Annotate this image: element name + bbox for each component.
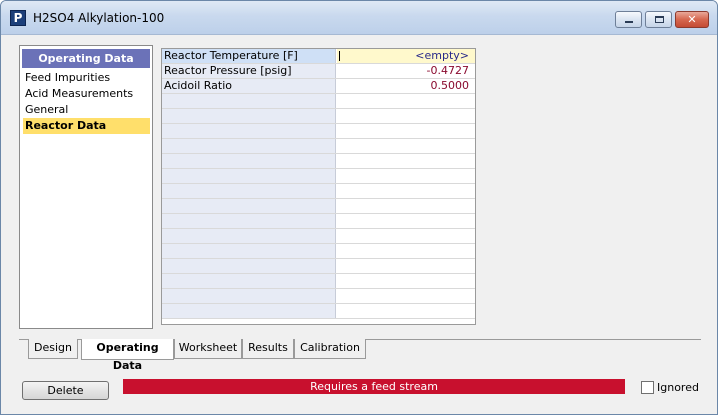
table-row <box>162 169 475 184</box>
row-label <box>162 184 336 198</box>
table-row <box>162 274 475 289</box>
maximize-icon <box>655 16 664 23</box>
row-label: Reactor Pressure [psig] <box>162 64 336 78</box>
table-row <box>162 124 475 139</box>
status-bar: Requires a feed stream <box>123 379 625 394</box>
maximize-button[interactable] <box>645 11 672 28</box>
row-value-cell[interactable] <box>337 109 475 123</box>
ignored-checkbox[interactable] <box>641 381 654 394</box>
row-value-cell[interactable] <box>337 259 475 273</box>
tab-results[interactable]: Results <box>242 339 294 359</box>
close-button[interactable]: ✕ <box>675 11 709 28</box>
nav-item-reactor-data[interactable]: Reactor Data <box>23 118 150 134</box>
row-label: Reactor Temperature [F] <box>162 49 336 63</box>
nav-item-general[interactable]: General <box>23 102 150 118</box>
row-value-cell[interactable] <box>337 124 475 138</box>
minimize-button[interactable] <box>615 11 642 28</box>
delete-button[interactable]: Delete <box>22 381 109 400</box>
nav-header: Operating Data <box>22 49 150 68</box>
row-value-cell[interactable] <box>337 229 475 243</box>
row-value-cell[interactable] <box>337 184 475 198</box>
row-value-cell[interactable] <box>337 169 475 183</box>
nav-item-feed-impurities[interactable]: Feed Impurities <box>23 70 150 86</box>
reactor-data-grid: Reactor Temperature [F] <empty> Reactor … <box>161 48 476 325</box>
row-value-cell[interactable] <box>337 289 475 303</box>
table-row <box>162 304 475 319</box>
row-label <box>162 124 336 138</box>
app-icon: P <box>10 10 26 26</box>
nav-item-acid-measurements[interactable]: Acid Measurements <box>23 86 150 102</box>
row-label <box>162 169 336 183</box>
table-row <box>162 109 475 124</box>
row-label <box>162 139 336 153</box>
row-value: -0.4727 <box>426 64 469 77</box>
row-label <box>162 94 336 108</box>
page-navigation: Operating Data Feed Impurities Acid Meas… <box>19 45 153 329</box>
row-label <box>162 274 336 288</box>
table-row <box>162 214 475 229</box>
ignored-label: Ignored <box>657 381 699 394</box>
row-label <box>162 244 336 258</box>
row-label <box>162 154 336 168</box>
row-label <box>162 214 336 228</box>
table-row <box>162 259 475 274</box>
table-row <box>162 229 475 244</box>
row-label <box>162 259 336 273</box>
row-label <box>162 109 336 123</box>
row-value-cell[interactable] <box>337 274 475 288</box>
row-value-cell[interactable] <box>337 199 475 213</box>
row-value: 0.5000 <box>430 79 470 92</box>
row-label: Acidoil Ratio <box>162 79 336 93</box>
table-row <box>162 94 475 109</box>
row-value-cell[interactable] <box>337 214 475 228</box>
row-value-cell[interactable] <box>337 244 475 258</box>
row-label <box>162 289 336 303</box>
row-label <box>162 199 336 213</box>
tab-calibration[interactable]: Calibration <box>294 339 366 359</box>
row-value-cell[interactable] <box>337 94 475 108</box>
table-row <box>162 244 475 259</box>
table-row: Reactor Pressure [psig] -0.4727 <box>162 64 475 79</box>
title-bar[interactable]: P H2SO4 Alkylation-100 ✕ <box>1 1 717 35</box>
table-row <box>162 199 475 214</box>
table-row <box>162 289 475 304</box>
minimize-icon <box>625 21 633 23</box>
table-row: Acidoil Ratio 0.5000 <box>162 79 475 94</box>
table-row <box>162 139 475 154</box>
unit-operation-window: P H2SO4 Alkylation-100 ✕ Operating Data … <box>0 0 718 415</box>
row-value-cell[interactable] <box>337 139 475 153</box>
text-caret <box>339 51 340 61</box>
row-value-cell[interactable]: 0.5000 <box>337 79 475 93</box>
row-value-cell[interactable] <box>337 154 475 168</box>
row-label <box>162 229 336 243</box>
tab-worksheet[interactable]: Worksheet <box>174 339 242 359</box>
row-value-cell[interactable]: <empty> <box>337 49 475 63</box>
row-value-cell[interactable] <box>337 304 475 318</box>
row-value-cell[interactable]: -0.4727 <box>337 64 475 78</box>
row-value: <empty> <box>415 49 469 62</box>
tab-design[interactable]: Design <box>28 339 78 359</box>
table-row <box>162 154 475 169</box>
window-title: H2SO4 Alkylation-100 <box>33 11 165 25</box>
tab-operating-data[interactable]: Operating Data <box>81 339 174 372</box>
close-icon: ✕ <box>687 13 697 26</box>
row-label <box>162 304 336 318</box>
table-row: Reactor Temperature [F] <empty> <box>162 49 475 64</box>
table-row <box>162 184 475 199</box>
